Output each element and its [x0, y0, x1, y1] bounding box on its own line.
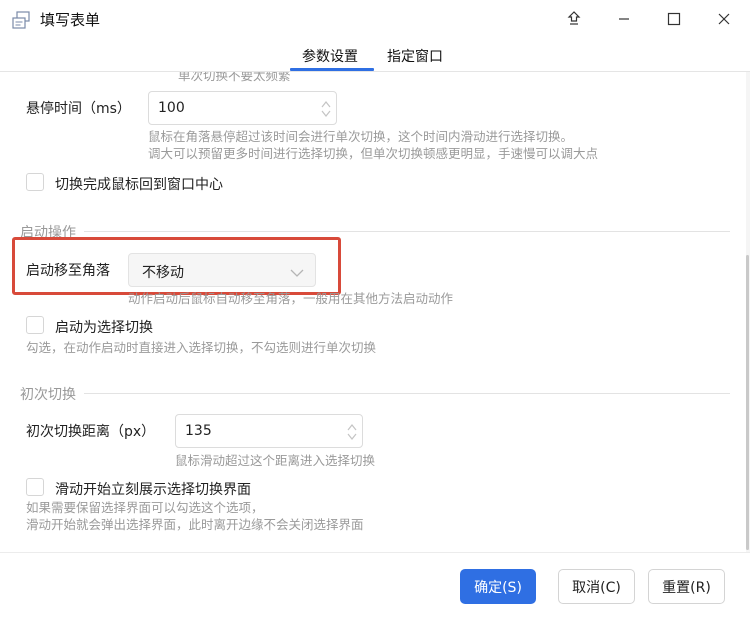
return-center-label: 切换完成鼠标回到窗口中心 — [55, 177, 223, 193]
hover-time-value: 100 — [158, 100, 185, 116]
pin-button[interactable] — [550, 0, 598, 40]
show-ui-hint-2: 滑动开始就会弹出选择界面，此时离开边缘不会关闭选择界面 — [26, 517, 364, 532]
first-section-divider — [84, 393, 730, 394]
show-ui-hint-1: 如果需要保留选择界面可以勾选这个选项， — [26, 500, 264, 515]
first-distance-label: 初次切换距离（px） — [26, 424, 156, 440]
hover-time-label: 悬停时间（ms） — [26, 101, 131, 117]
first-distance-value: 135 — [185, 423, 212, 439]
minimize-button[interactable] — [600, 0, 648, 40]
pin-icon — [566, 10, 582, 30]
first-section-title: 初次切换 — [20, 387, 76, 403]
start-select-hint: 勾选，在动作启动时直接进入选择切换，不勾选则进行单次切换 — [26, 340, 377, 355]
settings-panel[interactable]: 单次切换不要太频繁 悬停时间（ms） 100 鼠标在角落悬停超过该时间会进行单次… — [0, 72, 746, 552]
maximize-icon — [667, 11, 681, 30]
cut-off-hint: 单次切换不要太频繁 — [178, 72, 291, 83]
tab-params[interactable]: 参数设置 — [302, 46, 358, 66]
start-select-label: 启动为选择切换 — [55, 320, 153, 336]
return-center-checkbox[interactable] — [26, 173, 44, 191]
first-distance-hint: 鼠标滑动超过这个距离进入选择切换 — [175, 453, 376, 468]
hover-time-input[interactable]: 100 — [148, 91, 337, 125]
move-corner-hint: 动作启动后鼠标自动移至角落，一般用在其他方法启动动作 — [128, 291, 454, 306]
ok-button[interactable]: 确定(S) — [460, 569, 536, 604]
move-corner-label: 启动移至角落 — [26, 263, 110, 279]
tab-target-window[interactable]: 指定窗口 — [387, 46, 443, 66]
show-ui-label: 滑动开始立刻展示选择切换界面 — [55, 482, 251, 498]
startup-section-divider — [84, 231, 730, 232]
start-select-checkbox[interactable] — [26, 316, 44, 334]
minimize-icon — [617, 11, 631, 30]
show-ui-checkbox[interactable] — [26, 478, 44, 496]
move-corner-value: 不移动 — [142, 265, 184, 281]
reset-button[interactable]: 重置(R) — [648, 569, 725, 604]
spin-arrows-icon[interactable] — [320, 99, 332, 123]
app-form-icon — [11, 10, 31, 30]
close-button[interactable] — [700, 0, 748, 40]
chevron-down-icon — [289, 264, 305, 283]
hover-time-hint-2: 调大可以预留更多时间进行选择切换，但单次切换顿感更明显，手速慢可以调大点 — [148, 146, 599, 161]
maximize-button[interactable] — [650, 0, 698, 40]
scrollbar-thumb[interactable] — [746, 255, 749, 550]
window-title: 填写表单 — [40, 11, 101, 29]
footer-divider — [0, 552, 750, 553]
first-distance-input[interactable]: 135 — [175, 414, 363, 448]
close-icon — [717, 11, 731, 30]
spin-arrows-icon[interactable] — [346, 422, 358, 446]
cancel-button[interactable]: 取消(C) — [558, 569, 635, 604]
hover-time-hint-1: 鼠标在角落悬停超过该时间会进行单次切换，这个时间内滑动进行选择切换。 — [148, 129, 574, 144]
move-corner-select[interactable]: 不移动 — [128, 253, 316, 287]
